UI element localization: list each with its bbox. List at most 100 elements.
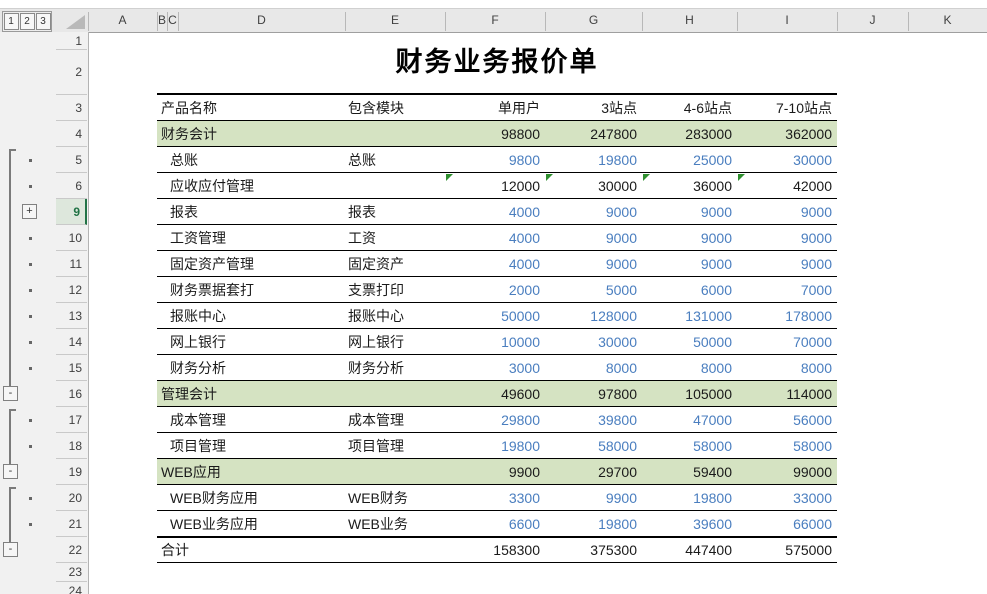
cell-price[interactable]: 50000 xyxy=(445,303,545,328)
cell-module[interactable]: 工资 xyxy=(345,225,445,250)
table-row[interactable]: 财务分析财务分析3000800080008000 xyxy=(157,355,837,381)
cell-price[interactable]: 29800 xyxy=(445,407,545,432)
cell-price[interactable]: 158300 xyxy=(445,537,545,562)
cell-price[interactable]: 39800 xyxy=(545,407,642,432)
table-row[interactable]: 网上银行网上银行10000300005000070000 xyxy=(157,329,837,355)
cell-price[interactable]: 58000 xyxy=(737,433,837,458)
cell-price[interactable]: 19800 xyxy=(545,147,642,172)
row-header-5[interactable]: 5 xyxy=(56,147,87,173)
cell-price[interactable]: 98800 xyxy=(445,121,545,146)
cell-module[interactable] xyxy=(345,537,445,562)
header-4-6-site[interactable]: 4-6站点 xyxy=(642,95,737,120)
row-header-3[interactable]: 3 xyxy=(56,95,87,121)
cell-price[interactable]: 47000 xyxy=(642,407,737,432)
cell-price[interactable]: 283000 xyxy=(642,121,737,146)
column-header-H[interactable]: H xyxy=(642,9,737,31)
cell-price[interactable]: 66000 xyxy=(737,511,837,536)
column-header-G[interactable]: G xyxy=(545,9,642,31)
cell-product-name[interactable]: 网上银行 xyxy=(157,329,345,354)
cell-price[interactable]: 4000 xyxy=(445,199,545,224)
cell-price[interactable]: 59400 xyxy=(642,459,737,484)
row-header-18[interactable]: 18 xyxy=(56,433,87,459)
collapse-button-row-22[interactable]: - xyxy=(3,542,18,557)
table-row[interactable]: 应收应付管理12000300003600042000 xyxy=(157,173,837,199)
cell-module[interactable]: 固定资产 xyxy=(345,251,445,276)
sheet-title-cell[interactable]: 财务业务报价单 xyxy=(157,45,837,79)
cell-price[interactable]: 10000 xyxy=(445,329,545,354)
outline-level-button-1[interactable]: 1 xyxy=(4,13,19,30)
cell-module[interactable] xyxy=(345,121,445,146)
cell-price[interactable]: 58000 xyxy=(545,433,642,458)
cell-product-name[interactable]: 固定资产管理 xyxy=(157,251,345,276)
cell-price[interactable]: 97800 xyxy=(545,381,642,406)
row-header-9[interactable]: 9 xyxy=(56,199,87,225)
cell-price[interactable]: 8000 xyxy=(545,355,642,380)
cell-price[interactable]: 58000 xyxy=(642,433,737,458)
table-row[interactable]: 总账总账9800198002500030000 xyxy=(157,147,837,173)
cell-module[interactable]: 成本管理 xyxy=(345,407,445,432)
cell-price[interactable]: 9000 xyxy=(642,225,737,250)
table-row[interactable]: 项目管理项目管理19800580005800058000 xyxy=(157,433,837,459)
cell-price[interactable]: 6600 xyxy=(445,511,545,536)
cell-price[interactable]: 375300 xyxy=(545,537,642,562)
row-header-21[interactable]: 21 xyxy=(56,511,87,537)
header-single-user[interactable]: 单用户 xyxy=(445,95,545,120)
cell-module[interactable]: 报账中心 xyxy=(345,303,445,328)
cell-module[interactable]: 报表 xyxy=(345,199,445,224)
row-header-4[interactable]: 4 xyxy=(56,121,87,147)
column-header-C[interactable]: C xyxy=(167,9,178,31)
cell-price[interactable]: 30000 xyxy=(737,147,837,172)
cell-price[interactable]: 2000 xyxy=(445,277,545,302)
cell-product-name[interactable]: 财务会计 xyxy=(157,121,345,146)
expand-button-row-9[interactable]: + xyxy=(22,204,37,219)
column-header-K[interactable]: K xyxy=(908,9,987,31)
cell-module[interactable]: 总账 xyxy=(345,147,445,172)
cell-module[interactable]: WEB业务 xyxy=(345,511,445,536)
cell-price[interactable]: 9000 xyxy=(737,199,837,224)
cell-price[interactable]: 7000 xyxy=(737,277,837,302)
column-header-A[interactable]: A xyxy=(88,9,157,31)
row-header-2[interactable]: 2 xyxy=(56,50,87,95)
cell-module[interactable] xyxy=(345,381,445,406)
cell-price[interactable]: 49600 xyxy=(445,381,545,406)
cell-price[interactable]: 33000 xyxy=(737,485,837,510)
cell-price[interactable]: 131000 xyxy=(642,303,737,328)
cell-price[interactable]: 4000 xyxy=(445,251,545,276)
cell-price[interactable]: 99000 xyxy=(737,459,837,484)
cell-price[interactable]: 178000 xyxy=(737,303,837,328)
cell-price[interactable]: 30000 xyxy=(545,173,642,198)
cell-price[interactable]: 39600 xyxy=(642,511,737,536)
cell-price[interactable]: 50000 xyxy=(642,329,737,354)
cell-price[interactable]: 247800 xyxy=(545,121,642,146)
cell-price[interactable]: 447400 xyxy=(642,537,737,562)
row-header-14[interactable]: 14 xyxy=(56,329,87,355)
cell-price[interactable]: 19800 xyxy=(545,511,642,536)
cell-price[interactable]: 19800 xyxy=(445,433,545,458)
cell-module[interactable]: 项目管理 xyxy=(345,433,445,458)
row-header-24[interactable]: 24 xyxy=(56,582,87,594)
row-header-15[interactable]: 15 xyxy=(56,355,87,381)
cell-price[interactable]: 9000 xyxy=(642,199,737,224)
cell-module[interactable]: WEB财务 xyxy=(345,485,445,510)
cell-price[interactable]: 9000 xyxy=(545,199,642,224)
cell-price[interactable]: 36000 xyxy=(642,173,737,198)
select-all-icon[interactable] xyxy=(66,15,85,29)
row-header-20[interactable]: 20 xyxy=(56,485,87,511)
cell-price[interactable]: 25000 xyxy=(642,147,737,172)
cell-price[interactable]: 4000 xyxy=(445,225,545,250)
column-header-F[interactable]: F xyxy=(445,9,545,31)
cell-price[interactable]: 42000 xyxy=(737,173,837,198)
table-row[interactable]: 报账中心报账中心50000128000131000178000 xyxy=(157,303,837,329)
cell-price[interactable]: 19800 xyxy=(642,485,737,510)
table-row[interactable]: 工资管理工资4000900090009000 xyxy=(157,225,837,251)
table-row[interactable]: 固定资产管理固定资产4000900090009000 xyxy=(157,251,837,277)
row-header-22[interactable]: 22 xyxy=(56,537,87,563)
table-row[interactable]: 管理会计4960097800105000114000 xyxy=(157,381,837,407)
cell-price[interactable]: 9000 xyxy=(545,251,642,276)
cell-price[interactable]: 56000 xyxy=(737,407,837,432)
cell-price[interactable]: 6000 xyxy=(642,277,737,302)
cell-product-name[interactable]: 应收应付管理 xyxy=(157,173,345,198)
column-header-J[interactable]: J xyxy=(837,9,908,31)
row-header-17[interactable]: 17 xyxy=(56,407,87,433)
cell-product-name[interactable]: 报表 xyxy=(157,199,345,224)
